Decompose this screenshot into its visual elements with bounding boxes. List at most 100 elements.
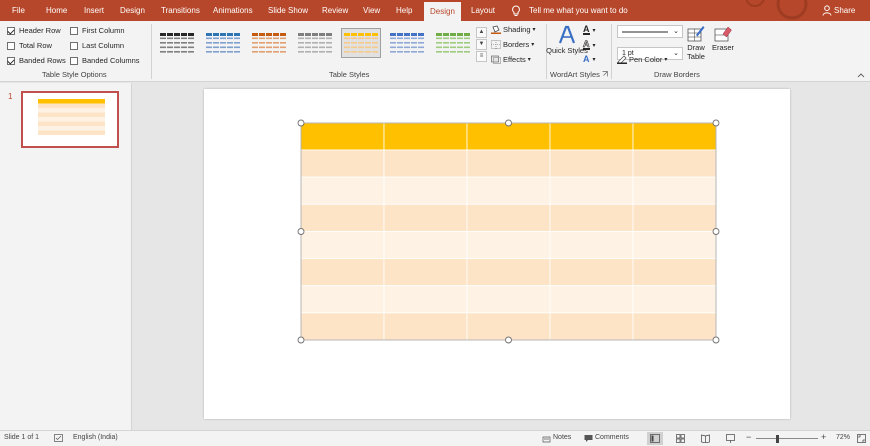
table-cell[interactable]	[549, 285, 634, 314]
table-cell[interactable]	[383, 312, 468, 341]
table-cell[interactable]	[466, 258, 551, 287]
table-cell[interactable]	[549, 231, 634, 259]
tab-slide-show[interactable]: Slide Show	[268, 0, 308, 21]
eraser-button[interactable]: Eraser	[711, 25, 735, 52]
table-cell[interactable]	[632, 258, 717, 287]
resize-handle[interactable]	[297, 119, 305, 127]
table-cell[interactable]	[632, 176, 717, 205]
comments-button[interactable]: Comments	[595, 434, 629, 441]
table-cell[interactable]	[466, 312, 551, 341]
table-cell[interactable]	[632, 149, 717, 178]
pen-style-dropdown[interactable]: ⌄	[617, 25, 683, 38]
table-cell[interactable]	[300, 312, 385, 341]
table-cell[interactable]	[300, 231, 385, 259]
resize-handle[interactable]	[712, 119, 720, 127]
banded-rows-checkbox[interactable]: Banded Rows	[7, 55, 66, 66]
effects-button[interactable]: Effects ▾	[491, 55, 531, 64]
gallery-more-button[interactable]: ≡	[476, 51, 487, 62]
table-cell[interactable]	[632, 231, 717, 259]
language-indicator[interactable]: English (India)	[73, 434, 118, 441]
text-outline-button[interactable]: A ▾	[583, 39, 596, 50]
table-cell[interactable]	[383, 203, 468, 232]
slideshow-icon[interactable]	[726, 434, 735, 443]
zoom-out-button[interactable]: −	[746, 432, 751, 442]
share-button[interactable]: Share	[834, 0, 855, 21]
tab-file[interactable]: File	[12, 0, 25, 21]
slide-thumbnail[interactable]	[21, 91, 119, 148]
table-cell[interactable]	[300, 149, 385, 178]
resize-handle[interactable]	[712, 336, 720, 344]
zoom-slider[interactable]	[756, 438, 818, 439]
draw-table-button[interactable]: Draw Table	[685, 25, 707, 61]
collapse-ribbon-icon[interactable]	[857, 72, 865, 78]
normal-view-button[interactable]	[647, 432, 663, 445]
resize-handle[interactable]	[712, 228, 720, 235]
dialog-launcher-icon[interactable]	[602, 71, 608, 77]
tab-home[interactable]: Home	[46, 0, 67, 21]
table-cell[interactable]	[466, 285, 551, 314]
tab-insert[interactable]: Insert	[84, 0, 104, 21]
zoom-in-button[interactable]: +	[821, 432, 826, 442]
tab-help[interactable]: Help	[396, 0, 412, 21]
last-column-checkbox[interactable]: Last Column	[70, 40, 124, 51]
table-header-cell[interactable]	[632, 122, 717, 151]
total-row-checkbox[interactable]: Total Row	[7, 40, 52, 51]
table-cell[interactable]	[300, 203, 385, 232]
table-style-option[interactable]	[158, 29, 196, 57]
slide-sorter-icon[interactable]	[676, 434, 685, 443]
table-cell[interactable]	[549, 176, 634, 205]
table-header-cell[interactable]	[383, 122, 468, 151]
table-cell[interactable]	[466, 176, 551, 205]
tell-me-search[interactable]: Tell me what you want to do	[529, 0, 628, 21]
table-style-option[interactable]	[296, 29, 334, 57]
banded-columns-checkbox[interactable]: Banded Columns	[70, 55, 140, 66]
table-style-option[interactable]	[250, 29, 288, 57]
table-cell[interactable]	[383, 149, 468, 178]
table-header-cell[interactable]	[466, 122, 551, 151]
spellcheck-icon[interactable]	[54, 434, 63, 443]
quick-styles-button[interactable]: Quick Styles	[546, 25, 588, 55]
table-style-option[interactable]	[341, 28, 381, 58]
table-cell[interactable]	[632, 312, 717, 341]
tab-design[interactable]: Design	[120, 0, 145, 21]
table-cell[interactable]	[466, 231, 551, 259]
shading-button[interactable]: Shading ▾	[491, 25, 536, 34]
header-row-checkbox[interactable]: Header Row	[7, 25, 61, 36]
table-cell[interactable]	[383, 231, 468, 259]
fit-to-window-icon[interactable]	[857, 434, 866, 443]
resize-handle[interactable]	[505, 336, 512, 344]
borders-button[interactable]: Borders ▾	[491, 40, 534, 49]
pen-color-button[interactable]: Pen Color ▾	[617, 55, 667, 64]
table-cell[interactable]	[300, 285, 385, 314]
table-style-option[interactable]	[204, 29, 242, 57]
table-cell[interactable]	[549, 149, 634, 178]
table-style-option[interactable]	[434, 29, 472, 57]
gallery-up-button[interactable]: ▲	[476, 27, 487, 38]
notes-button[interactable]: Notes	[553, 434, 571, 441]
table[interactable]	[204, 89, 790, 419]
resize-handle[interactable]	[297, 336, 305, 344]
zoom-level[interactable]: 72%	[836, 434, 850, 441]
table-header-cell[interactable]	[300, 122, 385, 151]
table-cell[interactable]	[383, 258, 468, 287]
reading-view-icon[interactable]	[701, 434, 710, 443]
table-style-option[interactable]	[388, 29, 426, 57]
resize-handle[interactable]	[297, 228, 305, 235]
table-cell[interactable]	[632, 285, 717, 314]
tab-table-design[interactable]: Design	[424, 2, 461, 21]
slide-canvas[interactable]	[204, 89, 790, 419]
gallery-down-button[interactable]: ▼	[476, 39, 487, 50]
tab-review[interactable]: Review	[322, 0, 348, 21]
text-effects-button[interactable]: A ▾	[583, 55, 596, 64]
tab-animations[interactable]: Animations	[213, 0, 253, 21]
resize-handle[interactable]	[505, 119, 512, 127]
table-cell[interactable]	[466, 149, 551, 178]
table-cell[interactable]	[549, 258, 634, 287]
tab-view[interactable]: View	[363, 0, 380, 21]
table-cell[interactable]	[549, 312, 634, 341]
table-cell[interactable]	[383, 176, 468, 205]
tab-transitions[interactable]: Transitions	[161, 0, 200, 21]
text-fill-button[interactable]: A ▾	[583, 25, 596, 35]
table-cell[interactable]	[549, 203, 634, 232]
tab-table-layout[interactable]: Layout	[471, 0, 495, 21]
